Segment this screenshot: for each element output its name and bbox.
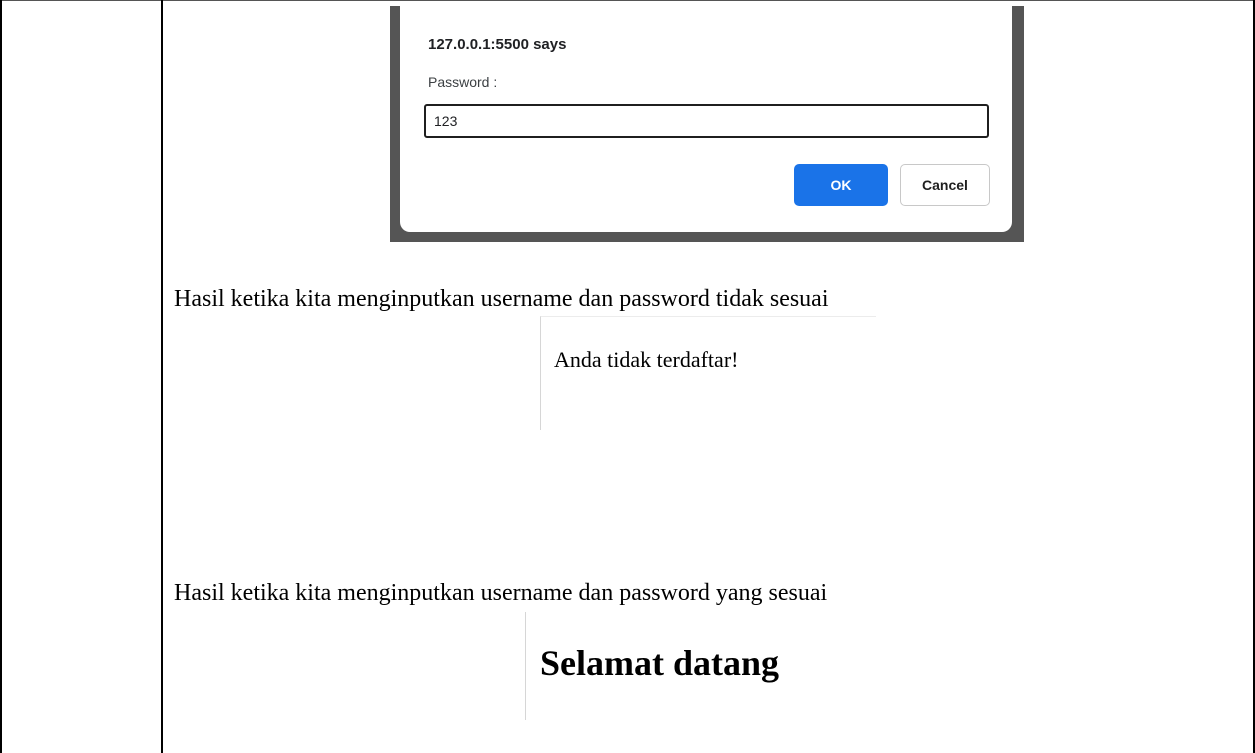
prompt-message: Password :: [428, 74, 498, 90]
document-page: 127.0.0.1:5500 says Password : OK Cancel…: [0, 0, 1255, 753]
prompt-title: 127.0.0.1:5500 says: [428, 36, 567, 53]
password-input[interactable]: [424, 104, 989, 138]
result-success-text: Selamat datang: [540, 643, 780, 683]
table-left-border: [0, 0, 2, 753]
table-column-divider: [161, 0, 163, 753]
ok-button[interactable]: OK: [794, 164, 888, 206]
prompt-screenshot: 127.0.0.1:5500 says Password : OK Cancel: [390, 6, 1024, 242]
result-success-screenshot: Selamat datang: [525, 612, 865, 720]
cancel-button[interactable]: Cancel: [900, 164, 990, 206]
prompt-dialog: 127.0.0.1:5500 says Password : OK Cancel: [400, 6, 1012, 232]
caption-fail: Hasil ketika kita menginputkan username …: [174, 286, 829, 312]
result-fail-text: Anda tidak terdaftar!: [554, 347, 739, 372]
caption-success: Hasil ketika kita menginputkan username …: [174, 580, 828, 606]
result-fail-screenshot: Anda tidak terdaftar!: [540, 316, 876, 430]
table-top-border: [0, 0, 1255, 1]
